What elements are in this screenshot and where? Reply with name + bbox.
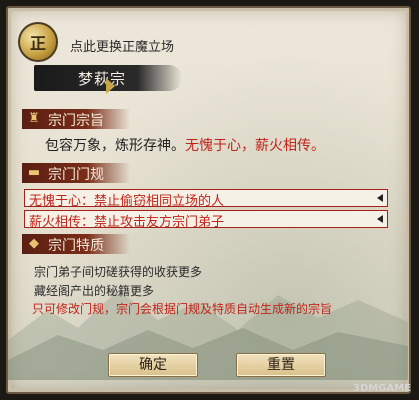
traits-section-title: 宗门特质 (48, 238, 104, 254)
reset-button[interactable]: 重置 (236, 353, 326, 377)
switch-stance-link[interactable]: 点此更换正魔立场 (70, 36, 174, 55)
trait-item-1: 宗门弟子间切磋获得的收获更多 (34, 265, 203, 279)
trait-item-2: 藏经阁产出的秘籍更多 (34, 284, 155, 298)
sect-emblem-button[interactable]: 正 (18, 22, 58, 62)
rule-select-1[interactable]: 无愧于心：禁止偷窃相同立场的人 (24, 189, 388, 209)
hint-text: 只可修改门规，宗门会根据门规及特质自动生成新的宗旨 (32, 302, 333, 316)
rules-section-title: 宗门门规 (48, 167, 104, 183)
rule-text-1: 无愧于心：禁止偷窃相同立场的人 (29, 194, 225, 209)
rule-select-2[interactable]: 薪火相传：禁止攻击友方宗门弟子 (24, 210, 388, 230)
diamond-icon: ◆ (29, 236, 39, 251)
tenet-text-red: 无愧于心，薪火相传。 (185, 138, 325, 154)
rule-text-2: 薪火相传：禁止攻击友方宗门弟子 (29, 215, 225, 230)
watermark: 3DMGAME (353, 383, 411, 394)
cursor-pointer-icon (106, 78, 115, 94)
tenet-section-title: 宗门宗旨 (48, 113, 104, 129)
tenet-text: 包容万象，炼形存神。无愧于心，薪火相传。 (45, 135, 325, 155)
confirm-button[interactable]: 确定 (108, 353, 198, 377)
chevron-left-icon[interactable] (377, 215, 383, 223)
chevron-left-icon[interactable] (377, 194, 383, 202)
tenet-text-plain: 包容万象，炼形存神。 (45, 138, 185, 154)
pot-icon: ♜ (28, 111, 40, 126)
sect-name: 梦萩宗 (78, 70, 127, 88)
book-icon: ▬ (27, 165, 41, 180)
